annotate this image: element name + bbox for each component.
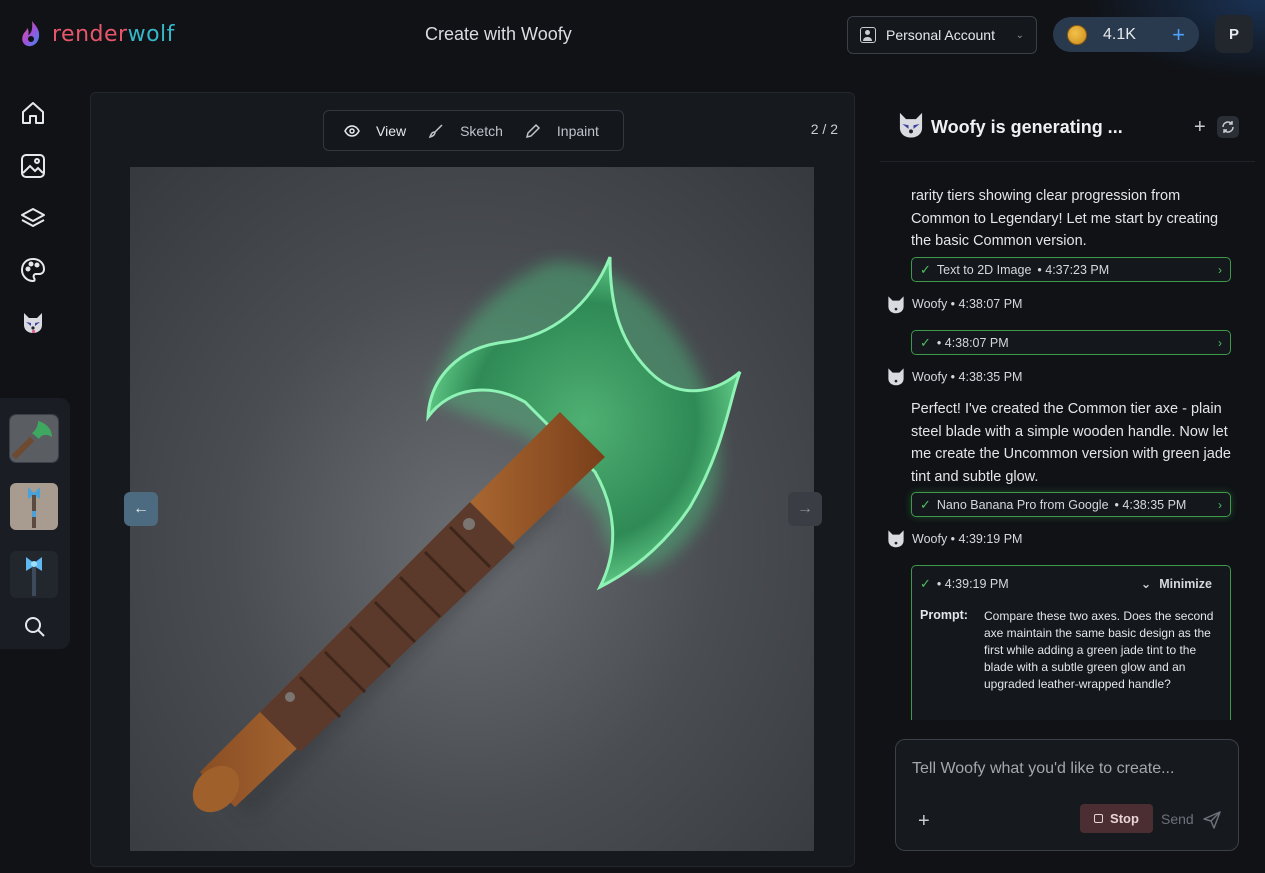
woofy-avatar-icon: [888, 368, 904, 386]
credits-value: 4.1K: [1103, 25, 1136, 43]
chevron-down-icon: ⌄: [1015, 29, 1024, 41]
chat-title: Woofy is generating ...: [931, 117, 1123, 137]
account-switcher-button[interactable]: Personal Account ⌄: [847, 16, 1037, 54]
tool-name: Text to 2D Image: [936, 262, 1032, 277]
flame-logo-icon: [22, 21, 40, 47]
check-icon: ✓: [920, 496, 931, 512]
tool-time: • 4:39:19 PM: [936, 577, 1009, 591]
user-badge-icon: [860, 27, 876, 43]
mode-sketch-label: Sketch: [460, 122, 503, 139]
credits-widget[interactable]: 4.1K +: [1053, 17, 1199, 52]
thumbnail-blue-axe-small[interactable]: [10, 551, 58, 598]
tool-time: • 4:37:23 PM: [1037, 262, 1110, 277]
stop-button[interactable]: Stop: [1080, 804, 1153, 833]
mode-sketch-button[interactable]: Sketch: [428, 123, 503, 139]
chevron-right-icon: ›: [1218, 335, 1222, 350]
tool-call-pill[interactable]: ✓ • 4:38:07 PM ›: [911, 330, 1231, 355]
tool-name: Nano Banana Pro from Google: [936, 497, 1109, 512]
palette-icon[interactable]: [20, 257, 46, 283]
woofy-avatar-icon: [899, 112, 923, 138]
chat-input-placeholder[interactable]: Tell Woofy what you'd like to create...: [912, 760, 1174, 778]
tool-time: • 4:38:07 PM: [936, 335, 1009, 350]
thumbnail-green-axe[interactable]: [9, 414, 59, 463]
canvas-panel: View Sketch Inpaint 2 / 2 ← →: [90, 92, 855, 867]
tool-time: • 4:38:35 PM: [1114, 497, 1187, 512]
next-image-button[interactable]: →: [788, 492, 822, 526]
account-label: Personal Account: [886, 27, 995, 43]
tool-call-pill[interactable]: ✓ Nano Banana Pro from Google • 4:38:35 …: [911, 492, 1231, 517]
woofy-avatar-icon: [888, 530, 904, 548]
search-icon[interactable]: [24, 616, 46, 643]
layers-icon[interactable]: [20, 205, 46, 231]
logo-wordmark: renderwolf: [52, 21, 175, 47]
user-avatar[interactable]: P: [1215, 15, 1253, 53]
minimize-label: Minimize: [1159, 576, 1212, 591]
coin-icon: [1067, 24, 1087, 45]
home-icon[interactable]: [20, 100, 46, 126]
pen-icon: [525, 123, 540, 138]
message-author: Woofy • 4:38:35 PM: [912, 370, 1023, 384]
chevron-down-icon: ⌄: [1140, 577, 1152, 591]
check-icon: ✓: [920, 576, 931, 591]
mode-view-button[interactable]: View: [344, 123, 406, 139]
chat-messages: rarity tiers showing clear progression f…: [880, 165, 1255, 720]
top-header: renderwolf Create with Woofy Personal Ac…: [0, 0, 1265, 68]
stop-icon: [1094, 814, 1104, 823]
generated-image: [130, 167, 814, 851]
image-counter: 2 / 2: [810, 121, 838, 137]
send-icon[interactable]: [1203, 811, 1221, 834]
mode-view-label: View: [376, 122, 407, 139]
send-label[interactable]: Send: [1161, 811, 1194, 827]
tool-call-pill[interactable]: ✓ Text to 2D Image • 4:37:23 PM ›: [911, 257, 1231, 282]
prompt-label: Prompt:: [920, 608, 968, 622]
woofy-icon[interactable]: [20, 309, 46, 335]
stop-label: Stop: [1110, 811, 1139, 826]
renderwolf-logo[interactable]: renderwolf: [20, 20, 175, 48]
tool-call-expanded: ✓ • 4:39:19 PM ⌄ Minimize Prompt: Compar…: [911, 565, 1231, 720]
minimize-button[interactable]: ⌄ Minimize: [1140, 576, 1212, 592]
new-chat-button[interactable]: +: [1194, 116, 1206, 139]
brush-icon: [428, 123, 443, 138]
woofy-avatar-icon: [888, 296, 904, 314]
message-author: Woofy • 4:38:07 PM: [912, 297, 1023, 311]
message-text: Perfect! I've created the Common tier ax…: [911, 401, 1231, 485]
chat-input-box[interactable]: Tell Woofy what you'd like to create... …: [895, 739, 1239, 851]
thumbnail-blue-axe-tall[interactable]: [10, 483, 58, 530]
image-history-panel: [0, 398, 70, 649]
message-author: Woofy • 4:39:19 PM: [912, 532, 1023, 546]
page-title: Create with Woofy: [425, 24, 572, 44]
chevron-right-icon: ›: [1218, 262, 1222, 277]
chevron-right-icon: ›: [1218, 497, 1222, 512]
mode-inpaint-button[interactable]: Inpaint: [525, 123, 599, 139]
image-icon[interactable]: [20, 153, 46, 179]
check-icon: ✓: [920, 334, 931, 350]
message-text: rarity tiers showing clear progression f…: [911, 188, 1219, 249]
check-icon: ✓: [920, 261, 931, 277]
prompt-text: Compare these two axes. Does the second …: [984, 609, 1214, 691]
add-credits-button[interactable]: +: [1172, 23, 1185, 46]
refresh-icon[interactable]: [1217, 116, 1239, 138]
mode-toolbar: View Sketch Inpaint: [323, 110, 624, 151]
mode-inpaint-label: Inpaint: [556, 122, 599, 139]
eye-icon: [344, 124, 360, 137]
axe-artwork: [192, 256, 742, 818]
attach-button[interactable]: +: [918, 810, 930, 833]
previous-image-button[interactable]: ←: [124, 492, 158, 526]
chat-header: Woofy is generating ... +: [880, 100, 1255, 162]
